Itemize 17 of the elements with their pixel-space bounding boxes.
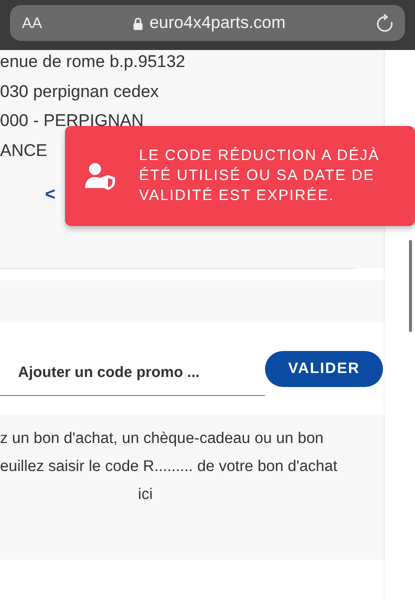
address-line: ANCE	[0, 140, 48, 162]
voucher-instructions-line: z un bon d'achat, un chèque-cadeau ou un bon	[0, 429, 325, 449]
url-text[interactable]: euro4x4parts.com	[149, 13, 286, 33]
lock-icon	[133, 16, 144, 30]
reload-icon[interactable]	[377, 14, 393, 32]
promo-code-field[interactable]: Ajouter un code promo ...	[0, 352, 265, 396]
voucher-instructions-line: euillez saisir le code R......... de votre bon d'achat	[0, 457, 338, 477]
scrollbar[interactable]	[409, 240, 412, 332]
user-shield-icon	[85, 162, 117, 190]
validate-button[interactable]: VALIDER	[265, 350, 383, 386]
previous-button[interactable]: <	[45, 184, 56, 205]
error-message: LE CODE RÉDUCTION A DÉJÀ ÉTÉ UTILISÉ OU SA DATE DE VALIDITÉ EST EXPIRÉE.	[139, 146, 381, 206]
address-line: 000 - PERPIGNAN	[0, 110, 144, 132]
address-line: enue de rome b.p.95132	[0, 51, 186, 73]
address-line: 030 perpignan cedex	[0, 80, 159, 102]
voucher-instructions-line: ici	[138, 485, 154, 505]
text-size-button[interactable]: AA	[22, 14, 42, 32]
